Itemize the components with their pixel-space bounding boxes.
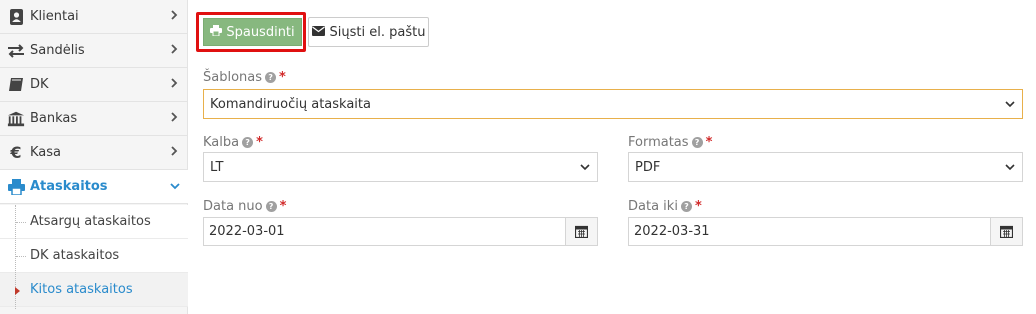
sidebar-item-klientai[interactable]: Klientai [0,0,188,34]
required-asterisk: * [279,199,287,214]
help-icon[interactable]: ? [265,72,277,83]
calendar-icon[interactable] [990,218,1022,245]
chevron-down-icon [1004,98,1016,110]
sidebar-subitem-label: Kitos ataskaitos [30,282,133,297]
book-icon [7,76,25,94]
print-button[interactable]: Spausdinti [203,18,302,46]
contact-card-icon [7,8,25,26]
template-label: Šablonas ? * [203,70,286,85]
send-email-button-label: Siųsti el. paštu [329,24,426,40]
bank-icon [7,110,25,128]
sidebar-item-label: Kasa [30,145,62,160]
calendar-icon[interactable] [565,218,597,245]
chevron-down-icon [579,161,591,173]
sidebar-item-label: DK [30,77,49,92]
date-to-label-text: Data iki [628,199,678,214]
euro-icon: € [10,143,22,162]
tree-branch [16,256,26,257]
chevron-down-icon [1004,161,1016,173]
printer-icon [7,178,25,196]
chevron-right-icon [170,10,180,23]
template-select-value: Komandiruočių ataskaita [210,96,371,112]
chevron-right-icon [170,78,180,91]
tree-branch [16,222,26,223]
date-from-label: Data nuo ? * [203,199,286,214]
exchange-arrows-icon [7,42,25,60]
language-label: Kalba ? * [203,135,263,150]
required-asterisk: * [256,135,263,150]
chevron-right-icon [170,112,180,125]
sidebar-item-dk[interactable]: DK [0,68,188,102]
required-asterisk: * [694,199,702,214]
sidebar-item-sandelis[interactable]: Sandėlis [0,34,188,68]
template-label-text: Šablonas [203,70,263,85]
sidebar-subitem-dk-ataskaitos[interactable]: DK ataskaitos [0,239,188,273]
format-label-text: Formatas [628,135,689,150]
help-icon[interactable]: ? [265,201,277,212]
sidebar-subitem-atsargu-ataskaitos[interactable]: Atsargų ataskaitos [0,205,188,239]
template-select[interactable]: Komandiruočių ataskaita [203,89,1023,119]
help-icon[interactable]: ? [680,201,692,212]
sidebar-subitem-kitos-ataskaitos[interactable]: Kitos ataskaitos [0,273,188,307]
format-select-value: PDF [635,159,661,175]
date-to-label: Data iki ? * [628,199,702,214]
chevron-down-icon [170,180,180,193]
sidebar-item-kasa[interactable]: € Kasa [0,136,188,170]
language-select[interactable]: LT [203,152,598,182]
date-from-input[interactable]: 2022-03-01 [204,224,565,239]
send-email-button[interactable]: Siųsti el. paštu [308,17,429,47]
sidebar-subitem-label: DK ataskaitos [30,248,120,263]
envelope-icon [311,25,325,40]
sidebar-item-label: Ataskaitos [30,179,108,194]
help-icon[interactable]: ? [691,137,703,148]
sidebar: Klientai Sandėlis DK Bankas € Kasa Atask… [0,0,188,314]
sidebar-subitem-label: Atsargų ataskaitos [30,214,151,229]
language-label-text: Kalba [203,135,240,150]
required-asterisk: * [705,135,713,150]
sidebar-item-label: Sandėlis [30,43,85,58]
printer-icon [210,24,223,40]
language-select-value: LT [210,159,224,175]
date-from-label-text: Data nuo [203,199,263,214]
current-item-caret-icon [15,287,20,295]
required-asterisk: * [279,70,286,85]
date-to-field[interactable]: 2022-03-31 [628,217,1023,246]
help-icon[interactable]: ? [242,137,254,148]
date-to-input[interactable]: 2022-03-31 [629,224,990,239]
format-select[interactable]: PDF [628,152,1023,182]
print-button-label: Spausdinti [226,24,295,40]
sidebar-item-ataskaitos[interactable]: Ataskaitos [0,170,188,204]
chevron-right-icon [170,146,180,159]
sidebar-item-bankas[interactable]: Bankas [0,102,188,136]
sidebar-item-label: Bankas [30,111,78,126]
format-label: Formatas ? * [628,135,712,150]
chevron-right-icon [170,44,180,57]
sidebar-item-label: Klientai [30,9,79,24]
date-from-field[interactable]: 2022-03-01 [203,217,598,246]
